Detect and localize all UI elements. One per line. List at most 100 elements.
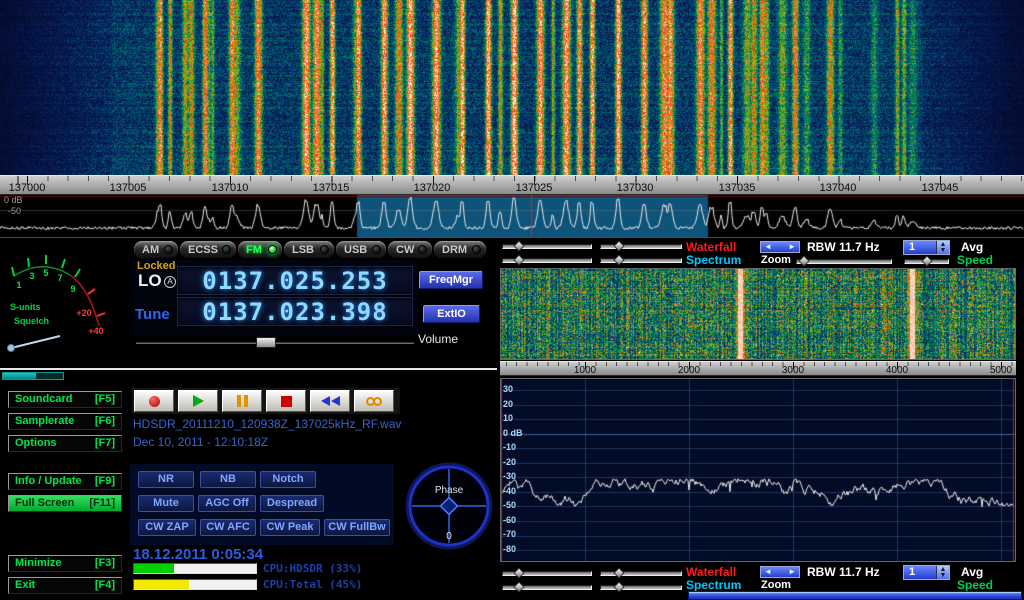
- mode-button-ecss[interactable]: ECSS: [180, 241, 236, 258]
- average-dropdown[interactable]: 1 ▲▼: [903, 565, 950, 580]
- main-waterfall[interactable]: [0, 0, 1024, 175]
- mode-led: [472, 245, 481, 254]
- slider-thumb[interactable]: [513, 240, 524, 251]
- scroll-right-icon[interactable]: ►: [788, 567, 796, 577]
- slider-thumb[interactable]: [513, 254, 524, 265]
- button-label: Full Screen: [15, 496, 74, 511]
- volume-thumb[interactable]: [256, 337, 276, 348]
- recording-timestamp: Dec 10, 2011 - 12:10:18Z: [133, 435, 268, 449]
- mode-button-cw[interactable]: CW: [388, 241, 432, 258]
- cw-fullbw-button[interactable]: CW FullBw: [324, 519, 390, 536]
- mute-button[interactable]: Mute: [138, 495, 194, 512]
- spinner-down-icon[interactable]: ▼: [940, 573, 947, 579]
- button-hotkey: [F5]: [95, 392, 115, 407]
- samplerate-button[interactable]: Samplerate[F6]: [8, 413, 122, 430]
- cw-afc-button[interactable]: CW AFC: [200, 519, 256, 536]
- freq-tick-label: 4000: [886, 365, 908, 376]
- rewind-button[interactable]: [310, 390, 350, 412]
- agc-button[interactable]: AGC Off: [198, 495, 256, 512]
- button-hotkey: [F9]: [95, 474, 115, 489]
- slider-thumb[interactable]: [613, 254, 624, 265]
- freqmgr-button[interactable]: FreqMgr: [419, 271, 483, 289]
- phase-value: 0: [446, 531, 452, 542]
- db-tick-label: -40: [503, 486, 516, 496]
- pause-button[interactable]: [222, 390, 262, 412]
- scroll-left-icon[interactable]: ◄: [764, 242, 772, 252]
- stop-button[interactable]: [266, 390, 306, 412]
- main-frequency-scale[interactable]: 137000 137005 137010 137015 137020 13702…: [0, 175, 1024, 195]
- zoom-frequency-scale[interactable]: 1000 2000 3000 4000 5000: [500, 361, 1016, 376]
- dropdown-arrows[interactable]: ▲▼: [936, 566, 949, 579]
- vfo-a-badge[interactable]: A: [164, 276, 176, 288]
- average-dropdown[interactable]: 1 ▲▼: [903, 240, 950, 255]
- spinner-down-icon[interactable]: ▼: [940, 248, 947, 254]
- zoom-slider[interactable]: [796, 259, 892, 264]
- zoom-waterfall[interactable]: [500, 268, 1016, 360]
- mode-led: [418, 245, 427, 254]
- overview-db-label: 0 dB: [4, 195, 23, 205]
- waterfall-contrast-slider[interactable]: [600, 244, 682, 249]
- scroll-left-icon[interactable]: ◄: [764, 567, 772, 577]
- slider-thumb[interactable]: [513, 567, 524, 578]
- mode-button-row: AM ECSS FM LSB USB CW DRM: [134, 241, 486, 258]
- squelch-fill: [3, 373, 36, 379]
- overview-spectrum-canvas[interactable]: [0, 195, 1024, 237]
- record-button[interactable]: [134, 390, 174, 412]
- slider-thumb[interactable]: [513, 581, 524, 592]
- minimize-button[interactable]: Minimize[F3]: [8, 555, 122, 572]
- lo-frequency-digits[interactable]: 0137.025.253: [177, 266, 413, 295]
- mode-button-usb[interactable]: USB: [336, 241, 386, 258]
- options-button[interactable]: Options[F7]: [8, 435, 122, 452]
- zoom-scrollbar[interactable]: [688, 591, 1022, 600]
- loop-button[interactable]: [354, 390, 394, 412]
- mode-button-fm[interactable]: FM: [238, 241, 282, 258]
- despread-button[interactable]: Despread: [260, 495, 324, 512]
- exit-button[interactable]: Exit[F4]: [8, 577, 122, 594]
- spectrum-range-slider[interactable]: [600, 258, 682, 263]
- hdsdr-window: 137000 137005 137010 137015 137020 13702…: [0, 0, 1024, 600]
- slider-thumb[interactable]: [798, 255, 809, 266]
- cw-peak-button[interactable]: CW Peak: [260, 519, 320, 536]
- slider-thumb[interactable]: [613, 581, 624, 592]
- slider-thumb[interactable]: [921, 255, 932, 266]
- speed-slider[interactable]: [904, 259, 949, 264]
- db-tick-label: -70: [503, 529, 516, 539]
- waterfall-brightness-slider[interactable]: [502, 244, 592, 249]
- info-update-button[interactable]: Info / Update[F9]: [8, 473, 122, 490]
- squelch-slider[interactable]: [2, 372, 64, 380]
- mode-button-lsb[interactable]: LSB: [284, 241, 334, 258]
- slider-thumb[interactable]: [613, 567, 624, 578]
- pan-scrollbar[interactable]: ◄ ►: [760, 566, 800, 578]
- scroll-right-icon[interactable]: ►: [788, 242, 796, 252]
- nb-button[interactable]: NB: [200, 471, 256, 488]
- volume-slider[interactable]: [136, 337, 414, 348]
- notch-button[interactable]: Notch: [260, 471, 316, 488]
- waterfall-contrast-slider[interactable]: [600, 571, 682, 576]
- dropdown-arrows[interactable]: ▲▼: [936, 241, 949, 254]
- mode-button-drm[interactable]: DRM: [434, 241, 486, 258]
- frequency-display: Locked LO A 0137.025.253 Tune 0137.023.3…: [132, 260, 418, 335]
- spectrum-range-slider[interactable]: [600, 585, 682, 590]
- zoom-spectrum[interactable]: [500, 378, 1016, 562]
- button-label: Options: [15, 436, 57, 451]
- average-value: 1: [904, 566, 936, 579]
- extio-button[interactable]: ExtIO: [423, 305, 480, 323]
- db-tick-label: 30: [503, 384, 513, 394]
- soundcard-button[interactable]: Soundcard[F5]: [8, 391, 122, 408]
- play-button[interactable]: [178, 390, 218, 412]
- db-tick-label: -20: [503, 457, 516, 467]
- waterfall-brightness-slider[interactable]: [502, 571, 592, 576]
- cw-zap-button[interactable]: CW ZAP: [138, 519, 196, 536]
- spectrum-gain-slider[interactable]: [502, 258, 592, 263]
- fullscreen-button[interactable]: Full Screen[F11]: [8, 495, 122, 512]
- freq-tick-label: 137025: [516, 182, 553, 194]
- nr-button[interactable]: NR: [138, 471, 194, 488]
- pan-scrollbar[interactable]: ◄ ►: [760, 241, 800, 253]
- spectrum-gain-slider[interactable]: [502, 585, 592, 590]
- tune-label: Tune: [135, 306, 170, 323]
- tune-frequency-digits[interactable]: 0137.023.398: [177, 297, 413, 326]
- button-label: Exit: [15, 578, 35, 593]
- freq-tick-label: 137010: [212, 182, 249, 194]
- mode-button-am[interactable]: AM: [134, 241, 178, 258]
- slider-thumb[interactable]: [613, 240, 624, 251]
